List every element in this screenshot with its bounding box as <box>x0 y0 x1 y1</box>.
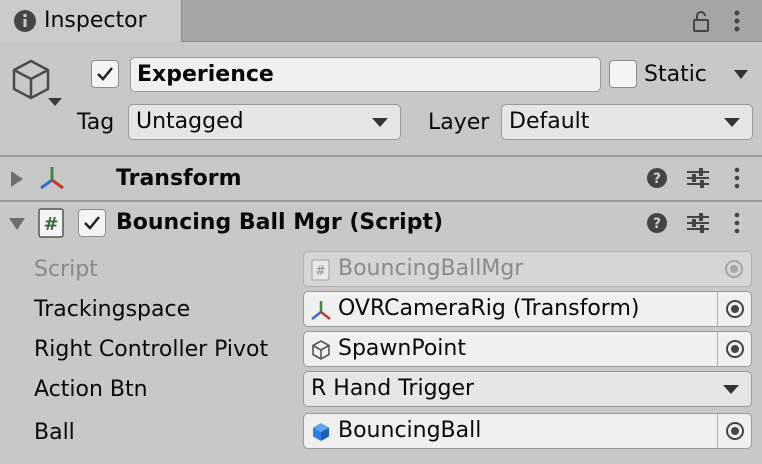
svg-text:#: # <box>43 214 58 235</box>
svg-text:#: # <box>315 264 326 279</box>
prefab-cube-icon <box>310 421 332 443</box>
icon-dropdown-arrow-icon[interactable] <box>48 98 62 106</box>
action-btn-dropdown[interactable]: R Hand Trigger <box>303 371 752 407</box>
property-label-ball: Ball <box>34 420 75 445</box>
script-component-header[interactable]: # Bouncing Ball Mgr (Script) ? <box>0 203 762 245</box>
info-icon <box>12 8 38 34</box>
object-picker-icon[interactable] <box>717 332 751 366</box>
tab-inspector[interactable]: Inspector <box>0 0 182 42</box>
trackingspace-object-field[interactable]: OVRCameraRig (Transform) <box>303 291 752 327</box>
layer-label: Layer <box>428 110 490 135</box>
divider <box>0 200 762 202</box>
tag-value: Untagged <box>136 109 244 134</box>
tag-label: Tag <box>77 110 115 135</box>
foldout-collapsed-icon[interactable] <box>11 171 23 187</box>
layer-dropdown[interactable]: Default <box>501 104 753 140</box>
lock-icon[interactable] <box>688 8 714 34</box>
ball-object-field[interactable]: BouncingBall <box>303 413 752 449</box>
kebab-menu-icon[interactable] <box>727 211 747 235</box>
script-object-field: # BouncingBallMgr <box>303 251 752 287</box>
help-icon[interactable]: ? <box>645 211 669 235</box>
cube-icon[interactable] <box>10 58 52 102</box>
chevron-down-icon <box>724 118 740 127</box>
svg-text:?: ? <box>653 216 661 232</box>
tab-label: Inspector <box>44 8 147 33</box>
divider <box>0 155 762 157</box>
object-picker-icon <box>717 252 751 286</box>
presets-sliders-icon[interactable] <box>685 166 711 190</box>
script-object-value: BouncingBallMgr <box>338 256 524 281</box>
ball-object-value: BouncingBall <box>338 418 482 443</box>
right-controller-pivot-object-field[interactable]: SpawnPoint <box>303 331 752 367</box>
gameobject-name-input[interactable]: Experience <box>130 57 601 92</box>
trackingspace-object-value: OVRCameraRig (Transform) <box>338 296 640 321</box>
presets-sliders-icon[interactable] <box>685 211 711 235</box>
script-hash-icon: # <box>38 208 66 238</box>
right-controller-pivot-object-value: SpawnPoint <box>338 336 466 361</box>
static-checkbox[interactable] <box>609 60 637 88</box>
chevron-down-icon <box>372 118 388 127</box>
layer-value: Default <box>509 109 590 134</box>
tag-dropdown[interactable]: Untagged <box>128 104 401 140</box>
kebab-menu-icon[interactable] <box>724 8 750 34</box>
transform-component-header[interactable]: Transform ? <box>0 158 762 200</box>
transform-axes-icon <box>38 164 66 192</box>
object-picker-icon[interactable] <box>717 292 751 326</box>
foldout-expanded-icon[interactable] <box>9 218 25 230</box>
action-btn-value: R Hand Trigger <box>311 376 475 401</box>
script-title: Bouncing Ball Mgr (Script) <box>116 210 444 235</box>
property-label-action-btn: Action Btn <box>34 377 148 402</box>
transform-axes-icon <box>310 299 332 321</box>
property-label-trackingspace: Trackingspace <box>34 297 191 322</box>
active-checkbox[interactable] <box>91 60 119 88</box>
chevron-down-icon <box>723 385 739 394</box>
help-icon[interactable]: ? <box>645 166 669 190</box>
object-picker-icon[interactable] <box>717 414 751 448</box>
kebab-menu-icon[interactable] <box>727 166 747 190</box>
property-label-script: Script <box>34 257 98 282</box>
script-enabled-checkbox[interactable] <box>78 209 106 237</box>
script-hash-icon: # <box>310 259 332 281</box>
property-label-right-controller-pivot: Right Controller Pivot <box>34 337 269 362</box>
transform-title: Transform <box>116 166 242 191</box>
svg-text:?: ? <box>653 171 661 187</box>
cube-outline-icon <box>310 339 332 361</box>
static-dropdown-arrow-icon[interactable] <box>734 70 748 79</box>
static-label: Static <box>644 62 707 87</box>
